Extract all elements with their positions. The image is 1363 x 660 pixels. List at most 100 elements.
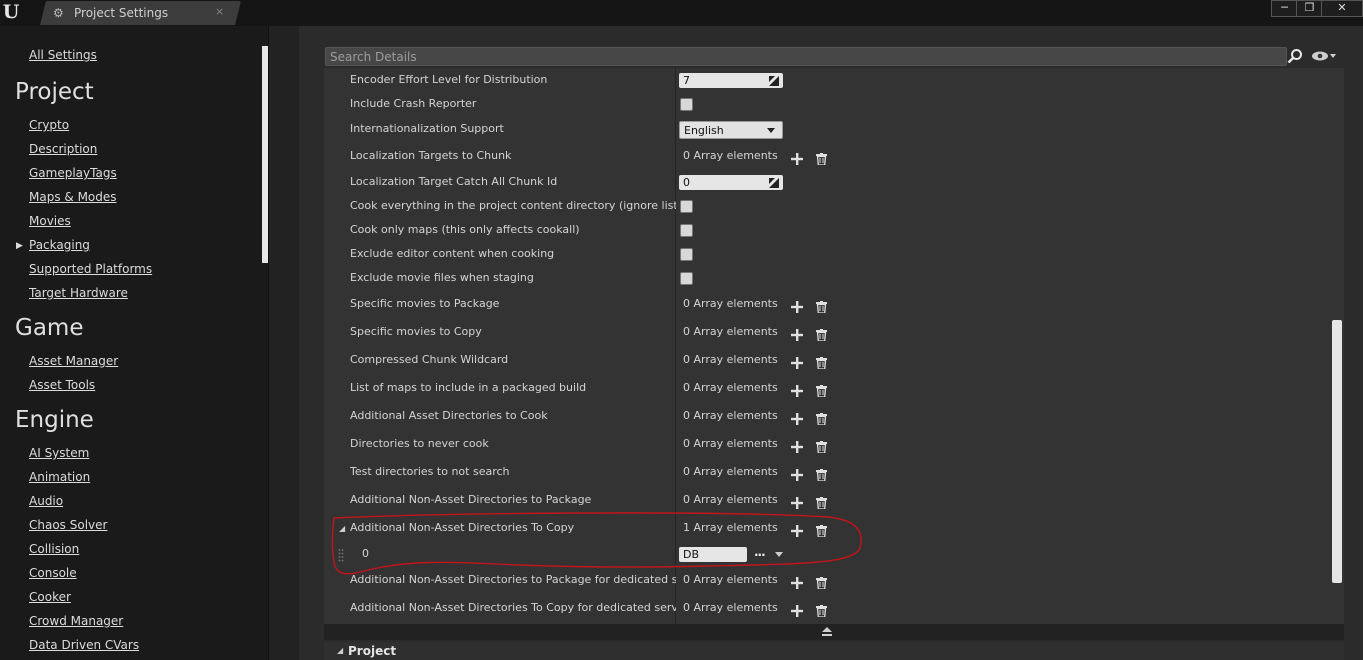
element-options-chevron-icon[interactable] xyxy=(775,552,783,557)
nav-item-maps-modes[interactable]: Maps & Modes xyxy=(29,190,117,204)
property-row: Specific movies to Copy 0 Array elements xyxy=(324,325,1334,348)
nav-item-audio[interactable]: Audio xyxy=(29,494,63,508)
add-element-icon[interactable] xyxy=(791,574,803,589)
add-element-icon[interactable] xyxy=(791,326,803,341)
delete-all-icon[interactable] xyxy=(816,150,827,166)
property-row: Encoder Effort Level for Distribution 7 xyxy=(324,73,1334,96)
tab-project-settings[interactable]: ⚙ Project Settings × xyxy=(50,1,235,25)
property-label: Internationalization Support xyxy=(350,122,504,135)
settings-gear-icon: ⚙ xyxy=(53,6,64,20)
array-count: 0 Array elements xyxy=(683,381,778,394)
selected-arrow-icon: ▶ xyxy=(16,241,23,251)
unreal-logo-icon: U xyxy=(2,1,20,23)
collapse-up-icon[interactable] xyxy=(822,627,832,636)
number-value: 7 xyxy=(683,74,690,87)
nav-item-target-hardware[interactable]: Target Hardware xyxy=(29,286,128,300)
checkbox[interactable] xyxy=(680,98,693,111)
array-count: 0 Array elements xyxy=(683,601,778,614)
delete-all-icon[interactable] xyxy=(816,438,827,454)
property-row: Exclude movie files when staging xyxy=(324,271,1334,294)
add-element-icon[interactable] xyxy=(791,494,803,509)
collapse-bar[interactable] xyxy=(324,624,1344,640)
property-label: Specific movies to Package xyxy=(350,297,500,310)
nav-item-crowd-manager[interactable]: Crowd Manager xyxy=(29,614,123,628)
nav-item-gameplaytags[interactable]: GameplayTags xyxy=(29,166,117,180)
nav-item-description[interactable]: Description xyxy=(29,142,97,156)
add-element-icon[interactable] xyxy=(791,466,803,481)
add-element-icon[interactable] xyxy=(791,410,803,425)
nav-item-ai-system[interactable]: AI System xyxy=(29,446,89,460)
delete-all-icon[interactable] xyxy=(816,522,827,538)
add-element-icon[interactable] xyxy=(791,438,803,453)
language-dropdown[interactable]: English xyxy=(679,121,783,139)
delete-all-icon[interactable] xyxy=(816,494,827,510)
details-scrollbar[interactable] xyxy=(1332,320,1342,583)
nav-item-console[interactable]: Console xyxy=(29,566,77,580)
nav-item-movies[interactable]: Movies xyxy=(29,214,71,228)
add-element-icon[interactable] xyxy=(791,298,803,313)
nav-item-asset-tools[interactable]: Asset Tools xyxy=(29,378,95,392)
delete-all-icon[interactable] xyxy=(816,298,827,314)
checkbox[interactable] xyxy=(680,224,693,237)
nav-item-asset-manager[interactable]: Asset Manager xyxy=(29,354,118,368)
spin-grip-icon[interactable] xyxy=(769,75,779,86)
add-element-icon[interactable] xyxy=(791,522,803,537)
property-label: Cook everything in the project content d… xyxy=(350,199,676,212)
array-count: 0 Array elements xyxy=(683,493,778,506)
nav-item-supported-platforms[interactable]: Supported Platforms xyxy=(29,262,152,276)
settings-navigation: All Settings Project Crypto Description … xyxy=(0,26,268,660)
property-row: Localization Targets to Chunk 0 Array ele… xyxy=(324,149,1334,172)
expanded-arrow-icon[interactable]: ◢ xyxy=(339,524,345,533)
array-count: 0 Array elements xyxy=(683,149,778,162)
delete-all-icon[interactable] xyxy=(816,326,827,342)
delete-all-icon[interactable] xyxy=(816,382,827,398)
delete-all-icon[interactable] xyxy=(816,354,827,370)
nav-all-settings[interactable]: All Settings xyxy=(29,48,97,62)
nav-heading-project: Project xyxy=(15,79,94,105)
property-row: 0 DB... xyxy=(324,545,1334,570)
property-label: 0 xyxy=(362,547,369,560)
property-row: Include Crash Reporter xyxy=(324,97,1334,120)
property-label: Test directories to not search xyxy=(350,465,510,478)
property-label: Localization Target Catch All Chunk Id xyxy=(350,175,558,188)
delete-all-icon[interactable] xyxy=(816,602,827,618)
nav-item-cooker[interactable]: Cooker xyxy=(29,590,71,604)
checkbox[interactable] xyxy=(680,200,693,213)
nav-item-packaging[interactable]: Packaging xyxy=(29,238,90,252)
directory-path-input[interactable]: DB xyxy=(679,547,747,562)
panel-splitter[interactable] xyxy=(268,26,300,660)
section-title: Project xyxy=(348,644,397,658)
add-element-icon[interactable] xyxy=(791,602,803,617)
browse-button[interactable]: ... xyxy=(754,545,766,559)
add-element-icon[interactable] xyxy=(791,382,803,397)
checkbox[interactable] xyxy=(680,248,693,261)
add-element-icon[interactable] xyxy=(791,354,803,369)
drag-handle-icon[interactable] xyxy=(338,547,344,562)
nav-item-collision[interactable]: Collision xyxy=(29,542,79,556)
nav-item-animation[interactable]: Animation xyxy=(29,470,90,484)
number-input[interactable]: 0 xyxy=(679,175,783,190)
section-header-project[interactable]: ◢ Project xyxy=(324,642,1344,660)
delete-all-icon[interactable] xyxy=(816,574,827,590)
property-row: Compressed Chunk Wildcard 0 Array element… xyxy=(324,353,1334,376)
nav-item-chaos-solver[interactable]: Chaos Solver xyxy=(29,518,107,532)
property-label: Cook only maps (this only affects cookal… xyxy=(350,223,580,236)
checkbox[interactable] xyxy=(680,272,693,285)
array-count: 1 Array elements xyxy=(683,521,778,534)
delete-all-icon[interactable] xyxy=(816,466,827,482)
nav-item-crypto[interactable]: Crypto xyxy=(29,118,69,132)
tab-close-icon[interactable]: × xyxy=(215,5,224,18)
number-input[interactable]: 7 xyxy=(679,73,783,88)
property-label: Additional Asset Directories to Cook xyxy=(350,409,548,422)
property-label: List of maps to include in a packaged bu… xyxy=(350,381,587,394)
property-row: Additional Non-Asset Directories to Pack… xyxy=(324,573,1334,596)
property-row: Additional Non-Asset Directories To Copy… xyxy=(324,521,1334,544)
add-element-icon[interactable] xyxy=(791,150,803,165)
spin-grip-icon[interactable] xyxy=(769,177,779,188)
nav-item-data-driven-cvars[interactable]: Data Driven CVars xyxy=(29,638,139,652)
property-label: Directories to never cook xyxy=(350,437,489,450)
array-count: 0 Array elements xyxy=(683,353,778,366)
delete-all-icon[interactable] xyxy=(816,410,827,426)
tab-title: Project Settings xyxy=(74,6,169,20)
expand-arrow-icon: ◢ xyxy=(337,646,344,655)
